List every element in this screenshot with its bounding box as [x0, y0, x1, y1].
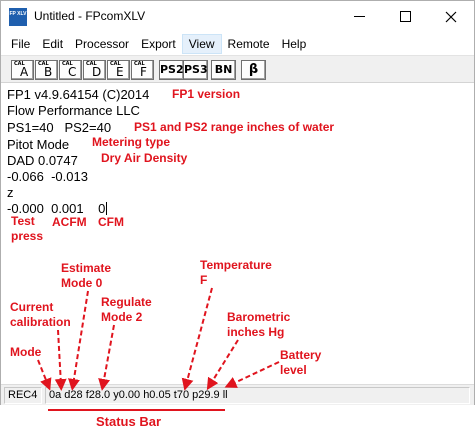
status-pane-mode: REC4: [4, 387, 42, 404]
menu-export[interactable]: Export: [135, 34, 182, 54]
density-line: DAD 0.0747: [7, 153, 78, 168]
minimize-icon: [353, 16, 365, 17]
cal-d-button[interactable]: CAL D: [83, 60, 106, 80]
menu-file[interactable]: File: [5, 34, 36, 54]
annotation-estimate-mode: Estimate Mode 0: [61, 261, 112, 290]
menu-bar: File Edit Processor Export View Remote H…: [1, 34, 474, 54]
ps2-button[interactable]: PS2: [159, 60, 184, 80]
toolbar: CAL A CAL B CAL C CAL D CAL E CAL F PS2 PS3 BN…: [1, 55, 474, 83]
maximize-button[interactable]: [382, 1, 428, 32]
annotation-test-press: Test press: [11, 214, 44, 243]
menu-remote[interactable]: Remote: [222, 34, 276, 54]
cal-letter: C: [68, 65, 77, 79]
cal-f-button[interactable]: CAL F: [131, 60, 154, 80]
menu-edit[interactable]: Edit: [36, 34, 69, 54]
annotation-dry-air-density: Dry Air Density: [101, 151, 188, 165]
cal-b-button[interactable]: CAL B: [35, 60, 58, 80]
beta-icon: β: [248, 62, 259, 77]
text-cursor: [106, 202, 108, 215]
annotation-acfm: ACFM: [52, 215, 87, 229]
close-button[interactable]: [428, 1, 474, 32]
annotation-status-bar: Status Bar: [96, 414, 162, 429]
menu-view[interactable]: View: [181, 34, 222, 54]
cal-a-button[interactable]: CAL A: [11, 60, 34, 80]
app-window: FP XLV Untitled - FPcomXLV File Edit Pro…: [0, 0, 475, 405]
close-icon: [445, 11, 457, 22]
ps-range-line: PS1=40 PS2=40: [7, 120, 112, 135]
company-line: Flow Performance LLC: [7, 103, 140, 118]
status-pane-values: 0a d28 f28.0 y0.00 h0.05 t70 p29.9 ll: [45, 387, 470, 404]
cal-letter: F: [140, 65, 147, 79]
annotation-current-calibration: Current calibration: [10, 300, 71, 329]
maximize-icon: [399, 11, 411, 22]
metering-line: Pitot Mode: [7, 137, 70, 152]
minimize-button[interactable]: [336, 1, 382, 32]
annotation-barometric: Barometric inches Hg: [227, 310, 291, 339]
beta-button[interactable]: β: [241, 60, 266, 80]
z-line: z: [7, 185, 14, 200]
cal-letter: D: [92, 65, 102, 79]
annotation-ps-range: PS1 and PS2 range inches of water: [134, 120, 335, 134]
annotation-fp1-version: FP1 version: [172, 87, 241, 101]
ps3-button[interactable]: PS3: [183, 60, 208, 80]
cal-letter: E: [116, 65, 124, 79]
cal-letter: B: [44, 65, 53, 79]
annotation-mode: Mode: [10, 345, 42, 359]
annotation-battery-level: Battery level: [280, 348, 322, 377]
annotation-cfm: CFM: [98, 215, 124, 229]
status-bar: REC4 0a d28 f28.0 y0.00 h0.05 t70 p29.9 …: [1, 384, 474, 405]
cal-c-button[interactable]: CAL C: [59, 60, 82, 80]
cal-letter: A: [20, 65, 29, 79]
annotation-regulate-mode: Regulate Mode 2: [101, 295, 152, 324]
readings-line: -0.066 -0.013: [7, 169, 88, 184]
window-title: Untitled - FPcomXLV: [34, 9, 146, 23]
version-line: FP1 v4.9.64154 (C)2014: [7, 87, 150, 102]
app-icon: FP XLV: [9, 8, 27, 26]
annotation-metering-type: Metering type: [92, 135, 171, 149]
title-bar[interactable]: FP XLV Untitled - FPcomXLV: [1, 1, 474, 33]
status-bar-underline: [48, 409, 225, 411]
menu-processor[interactable]: Processor: [69, 34, 135, 54]
cal-e-button[interactable]: CAL E: [107, 60, 130, 80]
annotation-temperature: Temperature F: [200, 258, 272, 287]
bn-button[interactable]: BN: [211, 60, 236, 80]
menu-help[interactable]: Help: [276, 34, 313, 54]
